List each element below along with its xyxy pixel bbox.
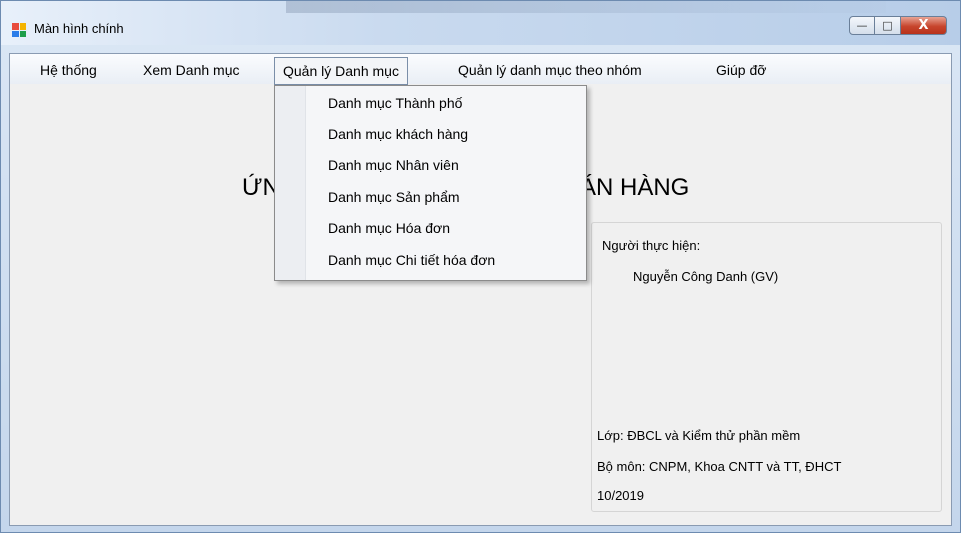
class-info: Lớp: ĐBCL và Kiểm thử phần mềm <box>597 428 801 443</box>
menu-item-nhan-vien[interactable]: Danh mục Nhân viên <box>328 157 459 173</box>
menu-item-chi-tiet-hoa-don[interactable]: Danh mục Chi tiết hóa đơn <box>328 252 495 268</box>
menu-bar: Hệ thống Xem Danh mục Quản lý Danh mục Q… <box>10 54 951 85</box>
quan-ly-danh-muc-dropdown: Danh mục Thành phố Danh mục khách hàng D… <box>274 85 587 281</box>
close-icon: X <box>918 18 929 33</box>
info-groupbox: Người thực hiện: Nguyễn Công Danh (GV) L… <box>591 222 942 512</box>
background-window-strip <box>286 1 886 13</box>
menu-giup-do[interactable]: Giúp đỡ <box>716 62 766 78</box>
menu-item-thanh-pho[interactable]: Danh mục Thành phố <box>328 95 462 111</box>
maximize-button[interactable]: □ <box>875 16 901 35</box>
page-title-right: ÁN HÀNG <box>580 174 690 201</box>
menu-quan-ly-theo-nhom[interactable]: Quản lý danh mục theo nhóm <box>458 62 642 78</box>
performer-name: Nguyễn Công Danh (GV) <box>633 269 779 284</box>
app-icon[interactable] <box>12 23 26 37</box>
menu-item-san-pham[interactable]: Danh mục Sản phẩm <box>328 189 460 205</box>
menu-he-thong[interactable]: Hệ thống <box>40 62 97 78</box>
menu-quan-ly-danh-muc[interactable]: Quản lý Danh mục <box>274 57 408 85</box>
menu-item-hoa-don[interactable]: Danh mục Hóa đơn <box>328 220 450 236</box>
close-button[interactable]: X <box>901 16 947 35</box>
department-info: Bộ môn: CNPM, Khoa CNTT và TT, ĐHCT <box>597 459 842 474</box>
minimize-button[interactable]: — <box>849 16 875 35</box>
date-info: 10/2019 <box>597 488 644 503</box>
window-controls: — □ X <box>849 16 947 41</box>
menu-item-khach-hang[interactable]: Danh mục khách hàng <box>328 126 468 142</box>
main-window: Màn hình chính — □ X Hệ thống Xem Danh m… <box>0 0 961 533</box>
maximize-icon: □ <box>882 19 893 32</box>
menu-icon-gutter <box>275 86 306 280</box>
minimize-icon: — <box>856 19 868 32</box>
menu-xem-danh-muc[interactable]: Xem Danh mục <box>143 62 239 78</box>
performer-label: Người thực hiện: <box>602 238 701 253</box>
title-bar[interactable]: Màn hình chính — □ X <box>1 1 960 45</box>
window-title: Màn hình chính <box>34 21 124 36</box>
